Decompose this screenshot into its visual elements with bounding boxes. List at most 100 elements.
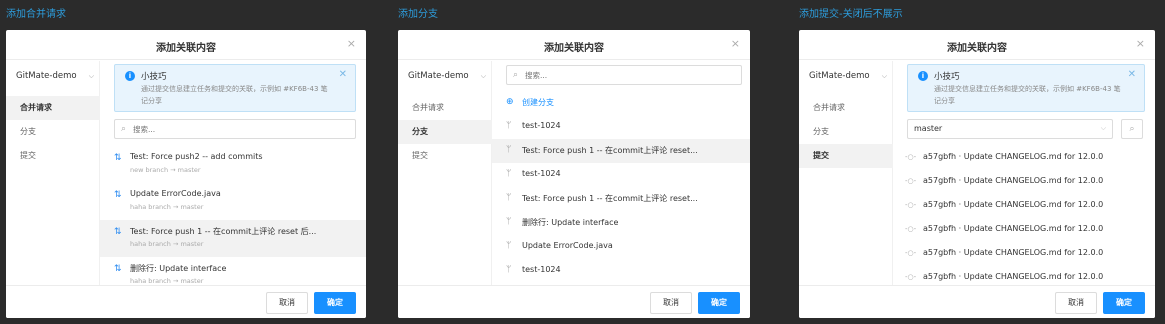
sidebar-item-merge-request[interactable]: 合并请求 [398,96,492,120]
sidebar-item-merge-request[interactable]: 合并请求 [799,96,893,120]
list-item[interactable]: -○- a57gbfh · Update CHANGELOG.md for 12… [893,170,1155,194]
branch-label: test-1024 [522,265,561,274]
search-field[interactable]: ⌕ [506,65,742,85]
search-button[interactable]: ⌕ [1121,119,1143,139]
dialog-commit: 添加关联内容 × GitMate-demo ⌵ 合并请求 分支 提交 i 小技巧… [799,30,1155,318]
branch-icon: ᛘ [506,217,512,227]
merge-request-title: Test: Force push 1 -- 在commit上评论 reset 后… [130,227,317,236]
list-item[interactable]: ᛘ Test: Force push 1 -- 在commit上评论 reset… [492,187,750,211]
sidebar-item-commit[interactable]: 提交 [398,144,492,168]
sidebar-item-merge-request[interactable]: 合并请求 [6,96,100,120]
commit-icon: -○- [905,273,917,281]
branch-icon: ᛘ [506,121,512,131]
merge-request-list: ⇅ Test: Force push2 -- add commits new b… [100,146,366,294]
branch-label: Update ErrorCode.java [522,241,613,250]
dialog-branch: 添加关联内容 × GitMate-demo ⌵ 合并请求 分支 提交 ⌕ ⊕ 创… [398,30,750,318]
tip-title: 小技巧 [934,72,960,82]
list-item[interactable]: ⇅ Test: Force push 1 -- 在commit上评论 reset… [100,220,366,257]
commit-list: -○- a57gbfh · Update CHANGELOG.md for 12… [893,146,1155,290]
close-icon[interactable]: ✕ [339,69,347,80]
search-field[interactable]: ⌕ [114,119,356,139]
sidebar-item-commit[interactable]: 提交 [6,144,100,168]
commit-label: a57gbfh · Update CHANGELOG.md for 12.0.0 [923,272,1104,281]
branch-icon: ᛘ [506,241,512,251]
commit-label: a57gbfh · Update CHANGELOG.md for 12.0.0 [923,176,1104,185]
list-item[interactable]: -○- a57gbfh · Update CHANGELOG.md for 12… [893,242,1155,266]
panel-title-commit: 添加提交-关闭后不展示 [799,9,903,20]
merge-request-icon: ⇅ [114,264,122,274]
list-item[interactable]: ᛘ test-1024 [492,163,750,187]
list-item[interactable]: ᛘ test-1024 [492,115,750,139]
commit-label: a57gbfh · Update CHANGELOG.md for 12.0.0 [923,152,1104,161]
sidebar [6,61,100,285]
list-item[interactable]: ⇅ Test: Force push2 -- add commits new b… [100,146,366,183]
project-name: GitMate-demo [16,71,77,81]
sidebar-item-branch[interactable]: 分支 [398,120,492,144]
commit-label: a57gbfh · Update CHANGELOG.md for 12.0.0 [923,200,1104,209]
close-icon[interactable]: × [347,38,356,50]
search-input[interactable] [133,122,325,136]
search-icon: ⌕ [1129,124,1135,134]
list-item[interactable]: ᛘ test-1024 [492,259,750,283]
search-icon: ⌕ [121,124,127,134]
merge-request-branches: new branch → master [130,166,201,174]
sidebar [799,61,893,285]
merge-request-title: Test: Force push2 -- add commits [130,152,263,161]
cancel-button[interactable]: 取消 [650,292,692,314]
branch-label: test-1024 [522,169,561,178]
commit-icon: -○- [905,153,917,161]
branch-select[interactable]: master ⌵ [907,119,1113,139]
search-input[interactable] [525,68,713,82]
cancel-button[interactable]: 取消 [1055,292,1097,314]
confirm-button[interactable]: 确定 [1103,292,1145,314]
merge-request-branches: haha branch → master [130,277,204,285]
branch-list: ⊕ 创建分支 ᛘ test-1024 ᛘ Test: Force push 1 … [492,91,750,283]
panel-title-branch: 添加分支 [398,9,438,20]
sidebar-item-commit[interactable]: 提交 [799,144,893,168]
project-select[interactable]: GitMate-demo ⌵ [408,68,490,84]
dialog-header: 添加关联内容 × [398,30,750,60]
confirm-button[interactable]: 确定 [314,292,356,314]
commit-icon: -○- [905,177,917,185]
list-item[interactable]: ᛘ 删除行: Update interface [492,211,750,235]
branch-select-value: master [914,124,943,133]
confirm-button[interactable]: 确定 [698,292,740,314]
close-icon[interactable]: ✕ [1128,69,1136,80]
commit-icon: -○- [905,225,917,233]
close-icon[interactable]: × [1136,38,1145,50]
commit-icon: -○- [905,249,917,257]
list-item[interactable]: -○- a57gbfh · Update CHANGELOG.md for 12… [893,146,1155,170]
tip-text: 通过提交信息建立任务和提交的关联，示例如 #KF6B-43 笔记分享 [934,85,1121,105]
chevron-down-icon: ⌵ [881,72,887,80]
list-item[interactable]: -○- a57gbfh · Update CHANGELOG.md for 12… [893,194,1155,218]
tip-box: i 小技巧 通过提交信息建立任务和提交的关联，示例如 #KF6B-43 笔记分享… [114,64,356,112]
cancel-button[interactable]: 取消 [266,292,308,314]
tip-title: 小技巧 [141,72,167,82]
chevron-down-icon: ⌵ [88,72,94,80]
list-item[interactable]: ᛘ Update ErrorCode.java [492,235,750,259]
close-icon[interactable]: × [731,38,740,50]
project-select[interactable]: GitMate-demo ⌵ [16,68,98,84]
merge-request-icon: ⇅ [114,153,122,163]
list-item[interactable]: -○- a57gbfh · Update CHANGELOG.md for 12… [893,218,1155,242]
project-name: GitMate-demo [408,71,469,81]
branch-icon: ᛘ [506,265,512,275]
merge-request-icon: ⇅ [114,227,122,237]
project-name: GitMate-demo [809,71,870,81]
dialog-footer: 取消 确定 [799,285,1155,318]
create-branch-item[interactable]: ⊕ 创建分支 [492,91,750,115]
plus-circle-icon: ⊕ [506,97,514,107]
branch-label: test-1024 [522,121,561,130]
sidebar-item-branch[interactable]: 分支 [799,120,893,144]
commit-label: a57gbfh · Update CHANGELOG.md for 12.0.0 [923,248,1104,257]
branch-icon: ᛘ [506,145,512,155]
list-item[interactable]: ᛘ Test: Force push 1 -- 在commit上评论 reset… [492,139,750,163]
sidebar-item-branch[interactable]: 分支 [6,120,100,144]
info-icon: i [125,71,135,81]
dialog-title: 添加关联内容 [156,43,216,54]
dialog-header: 添加关联内容 × [6,30,366,60]
info-icon: i [918,71,928,81]
project-select[interactable]: GitMate-demo ⌵ [809,68,891,84]
chevron-down-icon: ⌵ [480,72,486,80]
list-item[interactable]: ⇅ Update ErrorCode.java haha branch → ma… [100,183,366,220]
